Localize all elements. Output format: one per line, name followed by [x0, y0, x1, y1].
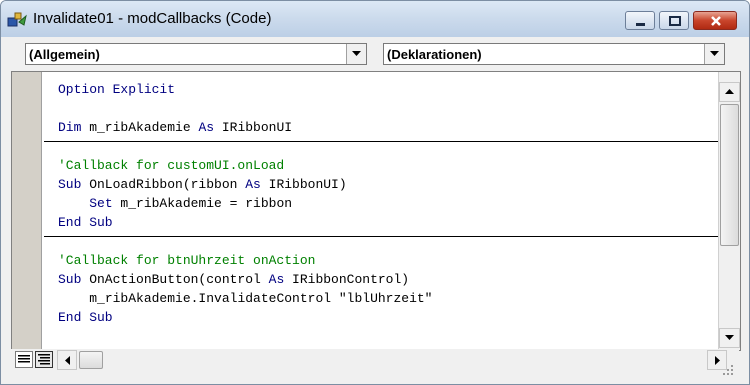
code-line[interactable]: End Sub	[58, 308, 113, 327]
code-window: Invalidate01 - modCallbacks (Code) (Allg…	[0, 0, 750, 385]
maximize-icon	[669, 16, 681, 26]
keyword-token: End Sub	[58, 310, 113, 325]
vertical-scroll-thumb[interactable]	[720, 104, 739, 246]
object-dropdown-value: (Allgemein)	[29, 47, 100, 62]
arrow-up-icon	[725, 89, 734, 94]
keyword-token: Set	[89, 196, 113, 211]
code-line[interactable]: Dim m_ribAkademie As IRibbonUI	[58, 118, 292, 137]
code-token: IRibbonUI	[214, 120, 293, 135]
keyword-token: As	[268, 272, 285, 287]
keyword-token: As	[245, 177, 261, 192]
code-token: OnActionButton(control	[81, 272, 269, 287]
chevron-down-icon	[710, 51, 719, 56]
title-bar[interactable]: Invalidate01 - modCallbacks (Code)	[1, 1, 749, 37]
bottom-bar	[11, 349, 739, 371]
code-line[interactable]: End Sub	[58, 213, 113, 232]
chevron-down-icon	[352, 51, 361, 56]
code-token: OnLoadRibbon(ribbon	[81, 177, 246, 192]
arrow-left-icon	[65, 356, 70, 365]
full-module-view-icon	[38, 354, 50, 365]
keyword-token: Option Explicit	[58, 82, 176, 97]
procedure-dropdown[interactable]: (Deklarationen)	[383, 43, 725, 65]
horizontal-scroll-thumb[interactable]	[79, 351, 103, 369]
scroll-down-button[interactable]	[719, 328, 740, 348]
full-module-view-button[interactable]	[35, 351, 53, 368]
procedure-separator	[44, 141, 718, 142]
vertical-scrollbar[interactable]	[718, 72, 740, 350]
code-token: m_ribAkademie = ribbon	[112, 196, 293, 211]
close-icon	[711, 16, 721, 26]
margin-indicator-bar[interactable]	[12, 72, 42, 350]
code-token: m_ribAkademie.InvalidateControl "lblUhrz…	[89, 291, 433, 306]
code-token: m_ribAkademie	[81, 120, 199, 135]
comment-token: 'Callback for btnUhrzeit onAction	[58, 253, 316, 268]
code-line[interactable]: Sub OnActionButton(control As IRibbonCon…	[58, 270, 409, 289]
code-area[interactable]: Option Explicit Dim m_ribAkademie As IRib…	[44, 72, 718, 350]
close-button[interactable]	[693, 11, 737, 30]
procedure-dropdown-value: (Deklarationen)	[387, 47, 482, 62]
keyword-token: End Sub	[58, 215, 113, 230]
code-line[interactable]: Set m_ribAkademie = ribbon	[58, 194, 292, 213]
combo-bar: (Allgemein) (Deklarationen)	[1, 37, 749, 71]
object-dropdown[interactable]: (Allgemein)	[25, 43, 367, 65]
keyword-token: Sub	[58, 177, 82, 192]
window-title: Invalidate01 - modCallbacks (Code)	[33, 10, 272, 27]
code-line[interactable]: Option Explicit	[58, 80, 175, 99]
maximize-button[interactable]	[659, 11, 689, 30]
horizontal-scrollbar[interactable]	[57, 350, 739, 370]
code-token: IRibbonUI)	[260, 177, 347, 192]
minimize-icon	[636, 23, 645, 26]
scroll-left-button[interactable]	[57, 350, 77, 370]
code-token: IRibbonControl)	[284, 272, 410, 287]
object-dropdown-arrow[interactable]	[346, 44, 366, 64]
procedure-view-button[interactable]	[15, 351, 33, 368]
resize-grip-icon[interactable]	[719, 361, 735, 377]
procedure-separator	[44, 236, 718, 237]
comment-token: 'Callback for customUI.onLoad	[58, 158, 285, 173]
procedure-dropdown-arrow[interactable]	[704, 44, 724, 64]
minimize-button[interactable]	[625, 11, 655, 30]
code-line[interactable]: Sub OnLoadRibbon(ribbon As IRibbonUI)	[58, 175, 347, 194]
keyword-token: As	[198, 120, 215, 135]
vba-module-icon	[7, 12, 27, 27]
keyword-token: Sub	[58, 272, 82, 287]
code-line[interactable]: m_ribAkademie.InvalidateControl "lblUhrz…	[58, 289, 432, 308]
code-line[interactable]: 'Callback for customUI.onLoad	[58, 156, 284, 175]
code-editor[interactable]: Option Explicit Dim m_ribAkademie As IRib…	[11, 71, 741, 351]
keyword-token: Dim	[58, 120, 82, 135]
scroll-up-button[interactable]	[719, 82, 740, 102]
procedure-view-icon	[18, 355, 30, 363]
code-line[interactable]: 'Callback for btnUhrzeit onAction	[58, 251, 315, 270]
arrow-down-icon	[725, 335, 734, 340]
